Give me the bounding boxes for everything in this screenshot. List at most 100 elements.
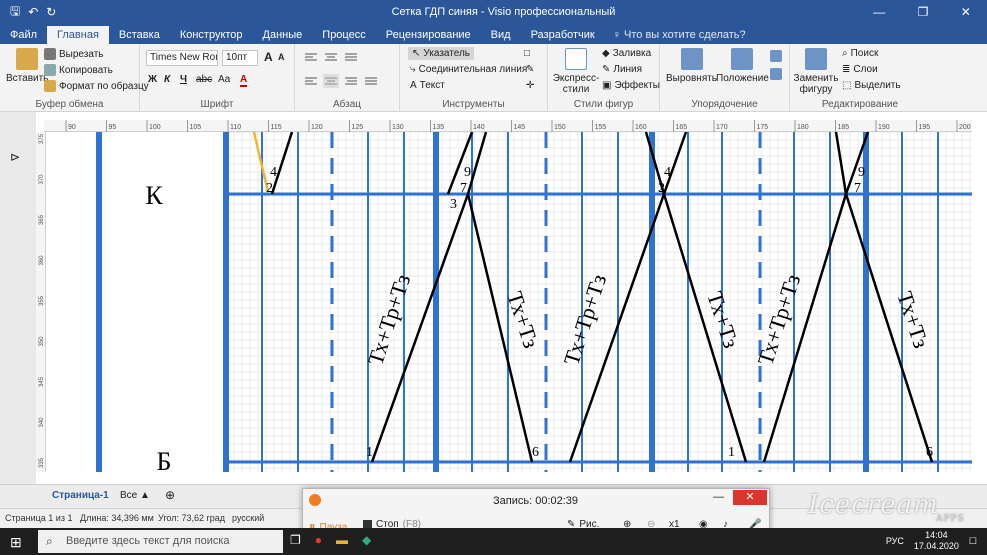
tab-home[interactable]: Главная xyxy=(47,26,109,44)
quick-styles-button[interactable]: Экспресс-стили xyxy=(553,48,599,95)
expand-shapes-icon[interactable]: ⊳ xyxy=(10,150,20,164)
restore-button[interactable]: ❐ xyxy=(918,5,929,19)
rectangle-tool-button[interactable]: □ xyxy=(524,48,530,59)
point-number: 4 xyxy=(270,165,277,180)
windows-start-icon[interactable]: ⊞ xyxy=(10,534,22,551)
undo-icon[interactable]: ↶ xyxy=(28,5,38,19)
ruler-tick-label: 360 xyxy=(39,255,45,266)
font-color-button[interactable]: A xyxy=(240,74,248,87)
train-schedule-diagram[interactable]: КБТх+Тр+Тз Тх+Тр+Тз Тх+Тр+ТзТх+Тз Тх+Тз Тх+Т… xyxy=(46,132,972,472)
search-icon: ⌕ xyxy=(842,48,848,59)
send-backward-button[interactable] xyxy=(770,68,782,80)
line-button[interactable]: ✎ Линия xyxy=(602,64,642,75)
recorder-close-button[interactable]: ✕ xyxy=(733,490,767,505)
scissors-icon xyxy=(44,48,56,60)
text-tool-button[interactable]: A Текст xyxy=(410,80,445,91)
tab-insert[interactable]: Вставка xyxy=(109,26,170,44)
shape-styles-label: Стили фигур xyxy=(573,99,634,110)
line-pen-icon: ✎ xyxy=(602,64,611,75)
browser-icon[interactable]: ● xyxy=(315,533,322,547)
rectangle-icon: □ xyxy=(524,48,531,59)
tab-review[interactable]: Рецензирование xyxy=(376,26,481,44)
shrink-font-button[interactable]: A xyxy=(278,52,285,62)
station-label-top: К xyxy=(145,181,163,210)
drawing-canvas[interactable]: К Б Тх+Тр+Тз Тх+Тр+Тз Тх+Тр+Тз Тх+Тз Тх+Тз Тх+Т… xyxy=(46,132,972,472)
ruler-tick-label: 370 xyxy=(39,174,45,185)
explorer-icon[interactable]: ▬ xyxy=(336,533,348,547)
travel-time-down-label: Тх+Тз xyxy=(892,288,934,351)
ruler-tick-label: 355 xyxy=(39,295,45,306)
layers-button[interactable]: ≣ Слои xyxy=(842,64,878,75)
effects-button[interactable]: ▣ Эффекты xyxy=(602,80,660,91)
cut-button[interactable]: Вырезать xyxy=(44,48,103,60)
grow-font-button[interactable]: A xyxy=(264,50,273,64)
point-number: 3 xyxy=(450,197,457,212)
save-icon[interactable]: 🖫 xyxy=(10,2,20,23)
close-button[interactable]: ✕ xyxy=(961,5,971,19)
recorder-minimize-button[interactable]: — xyxy=(713,491,724,503)
ruler-tick-label: 120 xyxy=(311,124,323,131)
ruler-tick-label: 180 xyxy=(797,124,809,131)
bold-button[interactable]: Ж xyxy=(148,74,157,85)
shapes-panel-collapsed[interactable]: ⊳ xyxy=(0,112,36,484)
minimize-button[interactable]: — xyxy=(873,5,885,19)
paragraph-align-icons[interactable] xyxy=(299,48,399,96)
all-pages-button[interactable]: Все ▲ xyxy=(120,490,150,501)
major-vertical-line xyxy=(863,132,869,472)
point-number: 4 xyxy=(664,165,671,180)
vertical-ruler-ticks: 375 370 365 360 355 350 345 340 335 xyxy=(39,133,45,468)
change-shape-button[interactable]: Заменить фигуру xyxy=(794,48,838,95)
select-button[interactable]: ⬚ Выделить xyxy=(842,80,901,91)
connector-icon: ⤷ xyxy=(410,64,416,75)
fill-button[interactable]: ◆ Заливка xyxy=(602,48,651,59)
vertical-ruler: 375 370 365 360 355 350 345 340 335 xyxy=(36,132,46,472)
underline-button[interactable]: Ч xyxy=(180,74,187,85)
page-number-status[interactable]: Страница 1 из 1 xyxy=(5,513,72,523)
major-vertical-line xyxy=(649,132,655,472)
language-indicator[interactable]: РУС xyxy=(886,536,904,546)
pencil-tool-button[interactable]: ✎ xyxy=(526,64,534,75)
app-icon[interactable]: ◆ xyxy=(362,533,371,547)
copy-button[interactable]: Копировать xyxy=(44,64,113,76)
tab-view[interactable]: Вид xyxy=(481,26,521,44)
bring-forward-button[interactable] xyxy=(770,50,782,62)
notifications-icon[interactable]: ☐ xyxy=(969,536,977,547)
crosshair-icon: ✛ xyxy=(526,80,535,91)
font-name-combo[interactable]: Times New Roman xyxy=(146,50,218,66)
window-controls: — ❐ ✕ xyxy=(857,5,987,19)
add-page-button[interactable]: ⊕ xyxy=(165,488,175,502)
tab-process[interactable]: Процесс xyxy=(312,26,375,44)
clock[interactable]: 14:04 17.04.2020 xyxy=(914,530,959,552)
pointer-tool-button[interactable]: ↖ Указатель xyxy=(408,47,475,60)
redo-icon[interactable]: ↻ xyxy=(46,5,56,19)
format-painter-button[interactable]: Формат по образцу xyxy=(44,80,149,92)
major-vertical-line xyxy=(96,132,102,472)
tab-data[interactable]: Данные xyxy=(253,26,313,44)
page-tab-1[interactable]: Страница-1 xyxy=(52,490,109,501)
ruler-tick-label: 345 xyxy=(39,376,45,387)
align-button[interactable]: Выровнять xyxy=(666,48,717,84)
italic-button[interactable]: К xyxy=(164,74,170,85)
paste-button[interactable]: Вставить xyxy=(6,48,48,84)
recording-time: Запись: 00:02:39 xyxy=(493,495,579,507)
pencil-icon: ✎ xyxy=(526,64,535,75)
connection-point-button[interactable]: ✛ xyxy=(526,80,534,91)
ruler-tick-label: 195 xyxy=(919,124,931,131)
angle-status: Угол: 73,62 град xyxy=(158,513,226,523)
ruler-tick-label: 160 xyxy=(635,124,647,131)
station-label-bottom: Б xyxy=(157,447,172,472)
position-button[interactable]: Положение xyxy=(716,48,769,84)
taskbar-search-box[interactable]: ⌕ Введите здесь текст для поиска xyxy=(38,530,283,553)
find-button[interactable]: ⌕ Поиск xyxy=(842,48,878,59)
tell-me-search[interactable]: ♀ Что вы хотите сделать? xyxy=(605,26,746,44)
tab-file[interactable]: Файл xyxy=(0,26,47,44)
change-case-button[interactable]: Aa xyxy=(218,74,230,85)
fill-bucket-icon: ◆ xyxy=(602,48,610,59)
task-view-icon[interactable]: ❐ xyxy=(290,533,301,547)
language-status: русский xyxy=(232,513,265,523)
strikethrough-button[interactable]: abc xyxy=(196,74,212,85)
tab-design[interactable]: Конструктор xyxy=(170,26,253,44)
tab-developer[interactable]: Разработчик xyxy=(521,26,605,44)
connector-tool-button[interactable]: ⤷ Соединительная линия xyxy=(410,64,527,75)
font-size-combo[interactable]: 10пт xyxy=(222,50,258,66)
